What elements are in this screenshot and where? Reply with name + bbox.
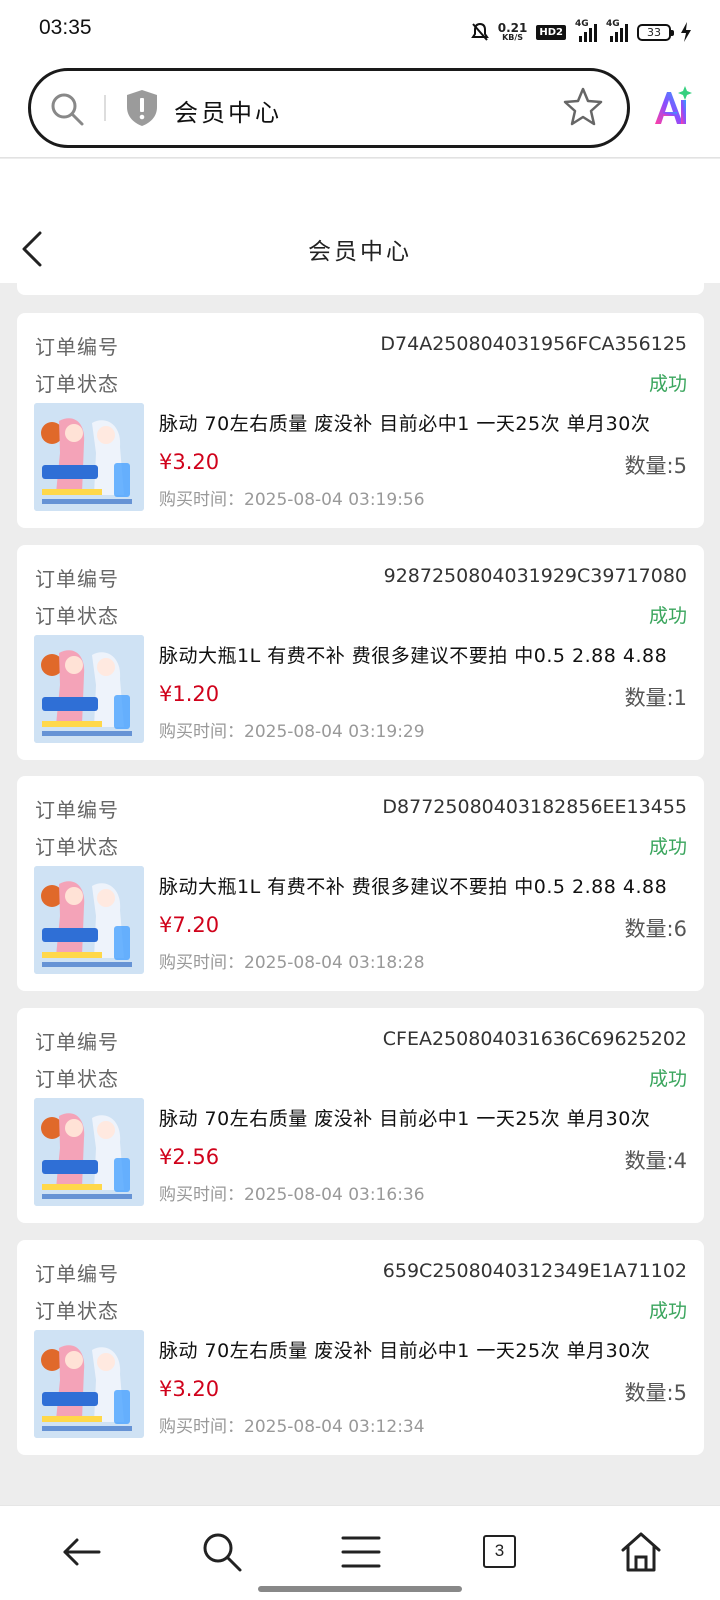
quantity: 数量:6 (624, 917, 687, 941)
price: ¥3.20 (159, 450, 220, 474)
purchase-time: 购买时间：2025-08-04 03:16:36 (159, 1185, 425, 1205)
search-icon[interactable] (49, 91, 85, 127)
order-status-value: 成功 (648, 605, 687, 627)
status-bar: 03:35 0.21 KB/S HD2 4G 4G 33 (0, 0, 720, 62)
browser-address-bar: 会员中心 (0, 62, 720, 158)
product-title: 脉动 70左右质量 废没补 目前必中1 一天25次 单月30次 (159, 1340, 651, 1362)
tabs-icon[interactable]: 3 (478, 1530, 522, 1574)
price: ¥7.20 (159, 913, 220, 937)
home-indicator[interactable] (258, 1586, 462, 1592)
order-status-value: 成功 (648, 836, 687, 858)
product-title: 脉动 70左右质量 废没补 目前必中1 一天25次 单月30次 (159, 1108, 651, 1130)
order-card[interactable]: 订单编号 9287250804031929C39717080 订单状态 成功脉动大瓶1… (17, 545, 704, 760)
order-card[interactable]: 订单编号 CFEA250804031636C69625202 订单状态 成功脉动 70… (17, 1008, 704, 1223)
purchase-time: 购买时间：2025-08-04 03:18:28 (159, 953, 425, 973)
product-thumbnail[interactable] (34, 1098, 144, 1206)
purchase-time: 购买时间：2025-08-04 03:19:56 (159, 490, 425, 510)
order-no-value: CFEA250804031636C69625202 (382, 1028, 687, 1050)
product-thumbnail[interactable] (34, 1330, 144, 1438)
shield-icon[interactable] (125, 89, 159, 127)
search-icon[interactable] (200, 1530, 244, 1574)
address-input[interactable]: 会员中心 (28, 68, 630, 148)
home-icon[interactable] (619, 1530, 663, 1574)
back-arrow-icon[interactable] (59, 1530, 103, 1574)
page-title: 会员中心 (308, 239, 412, 265)
previous-order-card (17, 283, 704, 295)
order-no-label: 订单编号 (35, 567, 119, 591)
order-no-value: D74A250804031956FCA356125 (380, 333, 687, 355)
product-title: 脉动大瓶1L 有费不补 费很多建议不要拍 中0.5 2.88 4.88 (159, 876, 668, 898)
order-status-label: 订单状态 (35, 1299, 119, 1323)
order-no-value: 9287250804031929C39717080 (383, 565, 687, 587)
order-status-value: 成功 (648, 1068, 687, 1090)
order-status-value: 成功 (648, 1300, 687, 1322)
mute-bell-icon (470, 22, 489, 41)
order-status-value: 成功 (648, 373, 687, 395)
quantity: 数量:5 (624, 1381, 687, 1405)
purchase-time: 购买时间：2025-08-04 03:19:29 (159, 722, 425, 742)
order-status-label: 订单状态 (35, 604, 119, 628)
charging-icon (681, 22, 691, 42)
price: ¥3.20 (159, 1377, 220, 1401)
order-status-label: 订单状态 (35, 372, 119, 396)
order-no-label: 订单编号 (35, 335, 119, 359)
product-thumbnail[interactable] (34, 866, 144, 974)
address-text: 会员中心 (174, 99, 282, 127)
order-card[interactable]: 订单编号 659C2508040312349E1A71102 订单状态 成功脉动 70… (17, 1240, 704, 1455)
star-icon[interactable] (563, 86, 603, 126)
ai-icon[interactable] (651, 86, 693, 128)
product-thumbnail[interactable] (34, 403, 144, 511)
status-time: 03:35 (39, 16, 92, 39)
product-title: 脉动大瓶1L 有费不补 费很多建议不要拍 中0.5 2.88 4.88 (159, 645, 668, 667)
order-card[interactable]: 订单编号 D74A250804031956FCA356125 订单状态 成功脉动 70… (17, 313, 704, 528)
divider (104, 95, 106, 121)
quantity: 数量:5 (624, 454, 687, 478)
order-no-label: 订单编号 (35, 798, 119, 822)
product-title: 脉动 70左右质量 废没补 目前必中1 一天25次 单月30次 (159, 413, 651, 435)
signal-icon-2: 4G (606, 19, 628, 42)
quantity: 数量:1 (624, 686, 687, 710)
menu-icon[interactable] (339, 1530, 383, 1574)
bottom-nav: 3 (0, 1505, 720, 1600)
order-no-value: 659C2508040312349E1A71102 (382, 1260, 687, 1282)
tab-count: 3 (483, 1535, 516, 1568)
hd-voice-icon: HD2 (536, 24, 566, 40)
purchase-time: 购买时间：2025-08-04 03:12:34 (159, 1417, 425, 1437)
order-no-value: D87725080403182856EE13455 (382, 796, 687, 818)
order-card[interactable]: 订单编号 D87725080403182856EE13455 订单状态 成功脉动大瓶1… (17, 776, 704, 991)
price: ¥1.20 (159, 682, 220, 706)
order-status-label: 订单状态 (35, 1067, 119, 1091)
order-no-label: 订单编号 (35, 1030, 119, 1054)
order-no-label: 订单编号 (35, 1262, 119, 1286)
order-status-label: 订单状态 (35, 835, 119, 859)
page-header: 会员中心 (0, 159, 720, 283)
status-icons: 0.21 KB/S HD2 4G 4G 33 (470, 18, 692, 46)
order-list[interactable]: 订单编号 D74A250804031956FCA356125 订单状态 成功 脉动 70… (0, 283, 720, 1505)
battery-icon: 33 (637, 23, 674, 41)
price: ¥2.56 (159, 1145, 220, 1169)
net-speed: 0.21 KB/S (497, 21, 528, 42)
signal-icon-1: 4G (575, 19, 597, 42)
product-thumbnail[interactable] (34, 635, 144, 743)
quantity: 数量:4 (624, 1149, 687, 1173)
